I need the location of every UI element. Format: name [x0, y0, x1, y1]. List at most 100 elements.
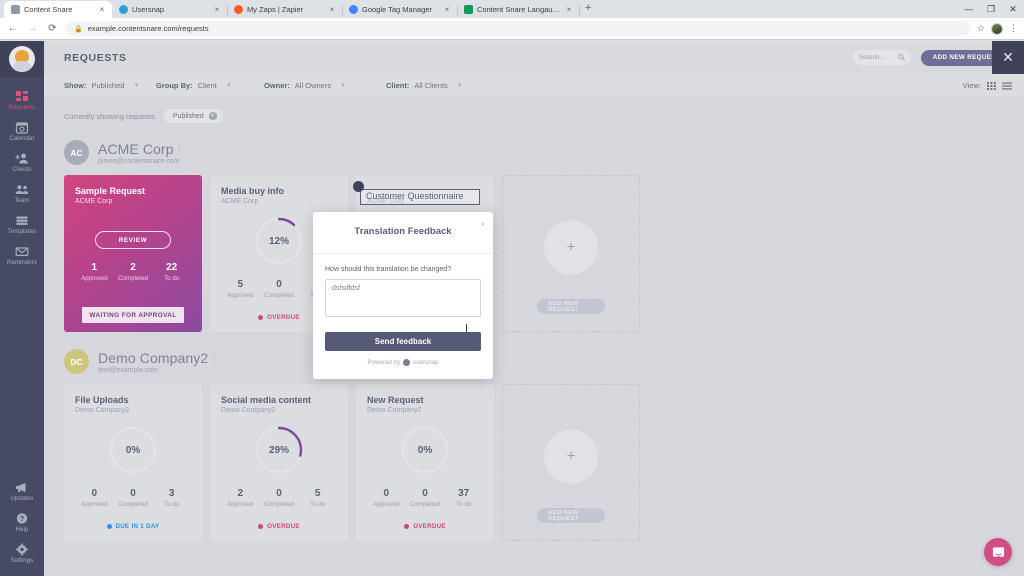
address-bar[interactable]: 🔒 example.contentsnare.com/requests — [66, 21, 970, 36]
request-card[interactable]: New Request Demo Company2 0% 0 Approved … — [356, 384, 494, 541]
browser-tab-3[interactable]: Google Tag Manager × — [342, 1, 458, 18]
filter-value: Client — [197, 81, 217, 90]
status-dot — [258, 315, 264, 320]
people-icon — [15, 185, 29, 194]
stat-label: Approved — [81, 501, 108, 508]
stat-number: 0 — [383, 488, 390, 499]
filter-client[interactable]: Client: All Clients ▼ — [386, 81, 506, 90]
stat-label: Completed — [118, 275, 148, 282]
sidebar-item-templates[interactable]: Templates — [0, 209, 44, 240]
filter-show[interactable]: Show: Published ▼ — [64, 81, 156, 90]
intercom-chat-button[interactable] — [984, 538, 1012, 566]
chip-close-icon[interactable]: ✕ — [208, 112, 217, 120]
sidebar-item-updates[interactable]: Updates — [0, 476, 44, 507]
annotation-pin-icon[interactable] — [353, 181, 364, 192]
request-client: ACME Corp — [75, 198, 113, 205]
chevron-down-icon: ▼ — [456, 82, 463, 89]
request-client: Demo Company2 — [221, 407, 276, 414]
calendar-icon — [15, 122, 29, 134]
filter-group-by[interactable]: Group By: Client ▼ — [156, 81, 264, 90]
browser-tab-0[interactable]: Content Snare × — [4, 1, 112, 18]
filter-value: All Owners — [294, 81, 332, 90]
tab-close-icon[interactable]: × — [98, 1, 106, 18]
reload-button[interactable]: ⟳ — [46, 23, 59, 34]
tab-close-icon[interactable]: × — [213, 1, 221, 18]
status-badge: WAITING FOR APPROVAL — [82, 307, 184, 323]
stat-approved: 1 Approved — [75, 262, 114, 282]
request-title: File Uploads — [75, 395, 129, 405]
request-title: Sample Request — [75, 186, 146, 196]
header-actions: Search... ADD NEW REQUEST — [852, 49, 1012, 66]
browser-tab-4[interactable]: Content Snare Langauges: Table × — [457, 1, 580, 18]
browser-toolbar: ← → ⟳ 🔒 example.contentsnare.com/request… — [0, 18, 1024, 40]
address-text: example.contentsnare.com/requests — [87, 24, 209, 33]
stat-completed: 2 Completed — [114, 262, 153, 282]
filter-chip-published[interactable]: Published ✕ — [163, 109, 223, 123]
sidebar-item-reminders[interactable]: Reminders — [0, 240, 44, 271]
request-card[interactable]: Sample Request ACME Corp REVIEW 1 Approv… — [64, 175, 202, 332]
client-group-meta: Demo Company2 ⋮ text@example.com — [98, 350, 218, 374]
stat-todo: 37 To do — [444, 488, 483, 508]
browser-menu-icon[interactable]: ⋮ — [1009, 23, 1018, 34]
browser-tab-2[interactable]: My Zaps | Zapier × — [227, 1, 343, 18]
chip-label: Published — [172, 112, 204, 120]
close-icon[interactable]: × — [480, 220, 485, 229]
powered-by-label: Powered by — [367, 359, 401, 366]
tab-label: Google Tag Manager — [362, 5, 432, 14]
send-feedback-button[interactable]: Send feedback — [325, 332, 481, 351]
status-row: OVERDUE — [210, 523, 348, 530]
usersnap-selection-annotation[interactable]: Customer Questionnaire — [353, 181, 480, 205]
sidebar-item-clients[interactable]: Clients — [0, 147, 44, 178]
close-overlay-button[interactable]: ✕ — [992, 41, 1024, 74]
zapier-favicon — [234, 5, 243, 14]
filter-label: Group By: — [156, 81, 193, 90]
client-menu-icon[interactable]: ⋮ — [210, 353, 218, 362]
annotated-text: Customer Questionnaire — [366, 191, 464, 201]
new-tab-button[interactable]: + — [579, 0, 597, 18]
review-button[interactable]: REVIEW — [95, 231, 171, 249]
bookmark-star-icon[interactable]: ☆ — [977, 23, 985, 34]
tab-close-icon[interactable]: × — [443, 1, 451, 18]
add-new-request-button[interactable]: ADD NEW REQUEST — [537, 508, 605, 523]
request-card[interactable]: File Uploads Demo Company2 0% 0 Approved… — [64, 384, 202, 541]
request-cards-acme: Sample Request ACME Corp REVIEW 1 Approv… — [64, 175, 1024, 332]
close-window-button[interactable]: ✕ — [1002, 0, 1024, 18]
tab-close-icon[interactable]: × — [565, 1, 573, 18]
sidebar-item-settings[interactable]: Settings — [0, 538, 44, 569]
sidebar-item-calendar[interactable]: Calendar — [0, 116, 44, 147]
sidebar-item-help[interactable]: ? Help — [0, 507, 44, 538]
add-request-placeholder-card[interactable]: + ADD NEW REQUEST — [502, 175, 640, 332]
sidebar-item-requests[interactable]: Requests — [0, 85, 44, 116]
tab-close-icon[interactable]: × — [328, 1, 336, 18]
request-stats: 2 Approved 0 Completed 5 To do — [221, 488, 337, 508]
request-card[interactable]: Social media content Demo Company2 29% 2… — [210, 384, 348, 541]
back-button[interactable]: ← — [6, 23, 19, 34]
browser-tab-1[interactable]: Usersnap × — [112, 1, 228, 18]
filter-owner[interactable]: Owner: All Owners ▼ — [264, 81, 386, 90]
requests-scroll-area[interactable]: Currently showing requests Published ✕ A… — [44, 97, 1024, 576]
status-dot — [404, 524, 410, 529]
grid-view-icon[interactable] — [987, 81, 996, 90]
progress-percent: 0% — [417, 444, 433, 456]
sheets-favicon — [464, 5, 473, 14]
maximize-button[interactable]: ❐ — [980, 0, 1002, 18]
list-view-icon[interactable] — [1002, 82, 1012, 90]
stat-approved: 2 Approved — [221, 488, 260, 508]
feedback-textarea[interactable] — [325, 279, 481, 317]
stat-number: 5 — [237, 279, 244, 290]
forward-button[interactable]: → — [26, 23, 39, 34]
plus-icon[interactable]: + — [544, 220, 598, 275]
user-avatar-wrap[interactable] — [0, 41, 44, 77]
plus-icon[interactable]: + — [544, 429, 598, 484]
progress-percent: 29% — [268, 444, 289, 456]
minimize-button[interactable]: — — [958, 0, 980, 18]
add-request-placeholder-card[interactable]: + ADD NEW REQUEST — [502, 384, 640, 541]
client-menu-icon[interactable]: ⋮ — [176, 144, 184, 153]
sidebar-item-team[interactable]: Team — [0, 178, 44, 209]
search-input[interactable]: Search... — [852, 50, 911, 65]
add-person-icon — [15, 153, 28, 164]
request-client: Demo Company2 — [75, 407, 130, 414]
profile-avatar[interactable] — [991, 22, 1003, 35]
status-row: OVERDUE — [356, 523, 494, 530]
add-new-request-button[interactable]: ADD NEW REQUEST — [537, 299, 605, 314]
